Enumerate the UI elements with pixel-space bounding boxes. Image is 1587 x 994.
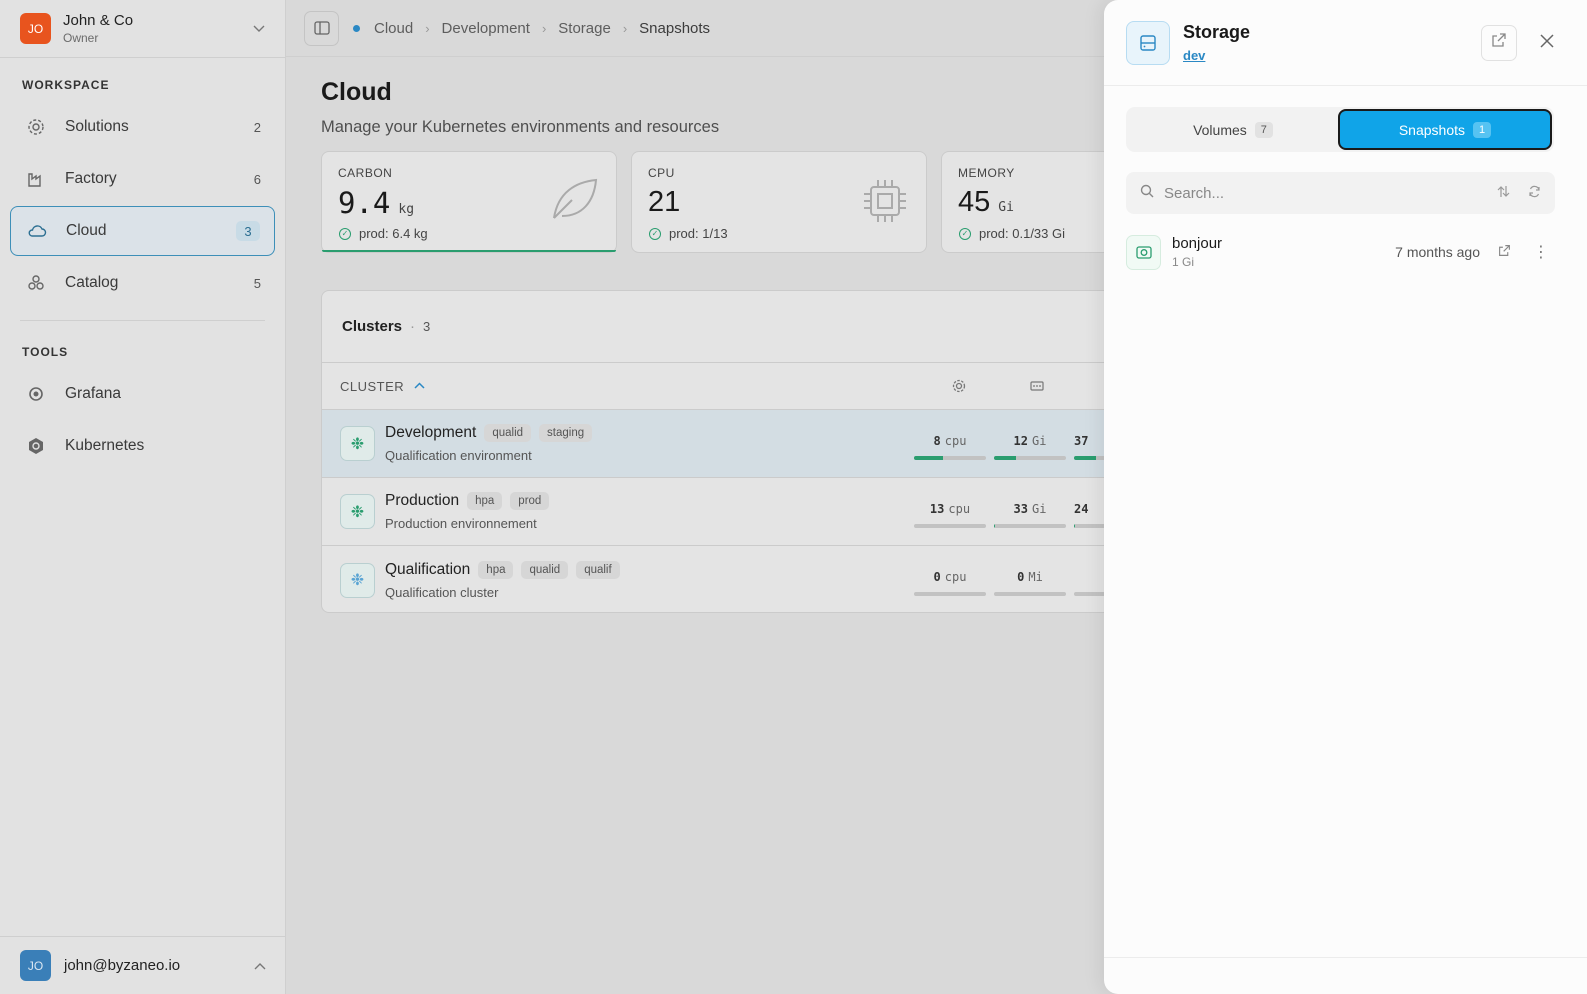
panel-title: Storage — [1183, 22, 1251, 42]
search-icon — [1140, 184, 1154, 203]
close-icon — [1540, 31, 1554, 54]
environment-link[interactable]: dev — [1183, 48, 1481, 63]
snapshot-time: 7 months ago — [1395, 244, 1480, 260]
tab-count: 1 — [1473, 121, 1492, 138]
close-button[interactable] — [1529, 25, 1565, 61]
tab-volumes[interactable]: Volumes 7 — [1128, 109, 1338, 150]
tab-label: Snapshots — [1398, 121, 1466, 138]
modal-backdrop[interactable] — [0, 0, 1104, 994]
tab-count: 7 — [1254, 121, 1273, 138]
snapshot-size: 1 Gi — [1172, 255, 1195, 269]
snapshot-name: bonjour — [1172, 235, 1223, 252]
external-link-icon[interactable] — [1498, 244, 1511, 260]
external-link-icon — [1491, 32, 1507, 53]
storage-panel: Storage dev Volumes 7 Snapshots 1 Search… — [1104, 0, 1587, 994]
camera-icon — [1126, 234, 1161, 270]
search-input[interactable] — [1164, 184, 1479, 202]
tab-label: Volumes — [1193, 121, 1247, 138]
more-vertical-icon[interactable]: ⋮ — [1533, 242, 1549, 262]
divider — [1104, 957, 1587, 958]
sort-icon[interactable] — [1497, 185, 1510, 201]
tab-group: Volumes 7 Snapshots 1 — [1126, 107, 1554, 152]
search-bar — [1126, 172, 1555, 214]
list-item[interactable]: bonjour 1 Gi 7 months ago ⋮ — [1126, 231, 1555, 273]
storage-icon — [1126, 20, 1170, 65]
refresh-icon[interactable] — [1528, 185, 1541, 201]
tab-snapshots[interactable]: Snapshots 1 — [1338, 109, 1552, 150]
open-external-button[interactable] — [1481, 24, 1517, 61]
